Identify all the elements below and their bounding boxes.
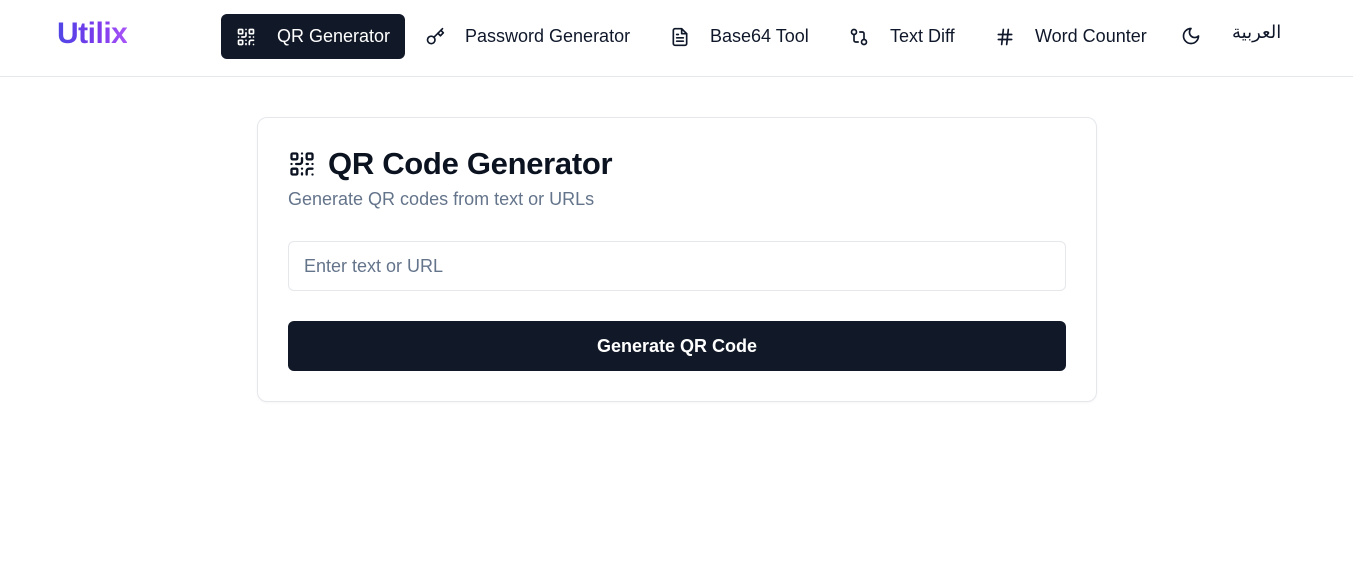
nav-item-text-diff[interactable]: Text Diff: [849, 14, 979, 59]
card-header: QR Code Generator: [288, 146, 613, 182]
hash-icon: [995, 27, 1015, 47]
card-title: QR Code Generator: [328, 146, 613, 181]
nav-item-label: Password Generator: [465, 26, 631, 46]
card-subtitle: Generate QR codes from text or URLs: [288, 189, 595, 209]
nav-item-label: Base64 Tool: [710, 26, 809, 46]
qr-code-icon: [236, 27, 256, 47]
generate-qr-button[interactable]: Generate QR Code: [288, 321, 1066, 371]
language-toggle-button[interactable]: العربية: [1232, 22, 1281, 43]
nav-item-base64-tool[interactable]: Base64 Tool: [670, 14, 830, 59]
top-navbar: Utilix QR Generator Password Generator B…: [0, 0, 1353, 77]
nav-item-label: Text Diff: [890, 26, 955, 46]
app-logo[interactable]: Utilix: [57, 17, 128, 51]
git-compare-icon: [849, 27, 869, 47]
qr-code-icon: [288, 150, 316, 178]
nav-item-label: Word Counter: [1035, 26, 1147, 46]
moon-icon: [1182, 27, 1200, 45]
file-text-icon: [670, 27, 690, 47]
nav-item-password-generator[interactable]: Password Generator: [425, 14, 650, 59]
nav-item-word-counter[interactable]: Word Counter: [995, 14, 1165, 59]
qr-generator-card: QR Code Generator Generate QR codes from…: [257, 117, 1097, 402]
nav-item-qr-generator[interactable]: QR Generator: [221, 14, 405, 59]
nav-item-label: QR Generator: [277, 26, 391, 46]
qr-text-input[interactable]: [288, 241, 1066, 291]
theme-toggle-button[interactable]: [1180, 25, 1202, 47]
key-icon: [425, 27, 445, 47]
